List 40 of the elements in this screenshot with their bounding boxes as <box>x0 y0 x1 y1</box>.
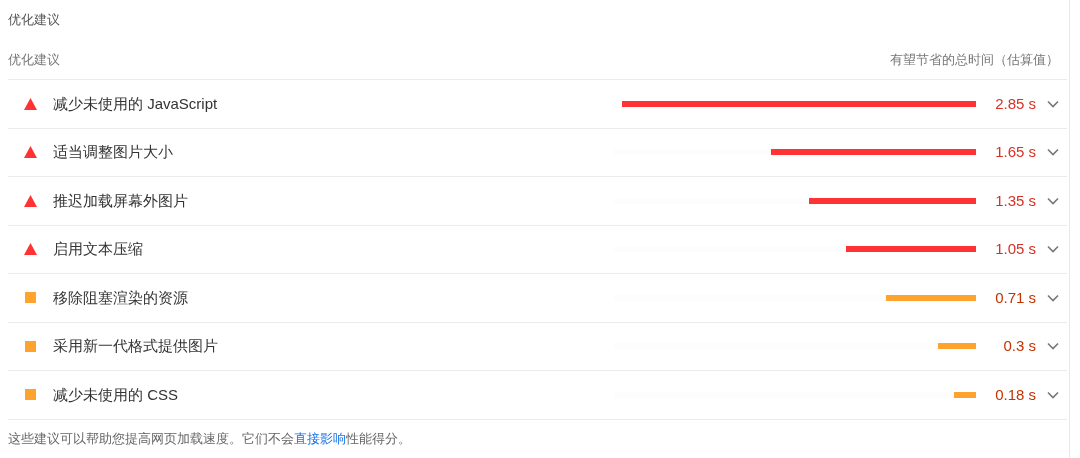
square-icon <box>25 340 36 352</box>
savings-value: 1.65 s <box>994 142 1036 162</box>
savings-value: 0.3 s <box>1002 336 1036 356</box>
square-icon <box>25 389 36 401</box>
savings-value: 1.05 s <box>994 239 1036 259</box>
chevron-down-icon[interactable] <box>1047 293 1059 302</box>
warning-triangle-icon <box>24 194 37 207</box>
chevron-down-icon[interactable] <box>1047 196 1059 205</box>
audit-title: 启用文本压缩 <box>53 239 143 259</box>
column-header: 优化建议 <box>8 50 60 69</box>
savings-value: 0.18 s <box>994 384 1036 405</box>
audit-title: 适当调整图片大小 <box>53 142 173 162</box>
chevron-down-icon[interactable] <box>1047 99 1059 108</box>
savings-value: 0.71 s <box>994 287 1036 308</box>
footer-note: 这些建议可以帮助您提高网页加载速度。它们不会直接影响性能得分。 <box>8 430 411 448</box>
audit-row[interactable]: 适当调整图片大小 1.65 s <box>8 128 1067 177</box>
warning-triangle-icon <box>24 146 37 159</box>
chevron-down-icon[interactable] <box>1047 148 1059 157</box>
square-icon <box>25 292 36 304</box>
audit-title: 推迟加载屏幕外图片 <box>53 190 188 211</box>
audit-row[interactable]: 启用文本压缩 1.05 s <box>8 225 1067 274</box>
chevron-down-icon[interactable] <box>1047 342 1059 351</box>
audit-title: 减少未使用的 JavaScript <box>53 93 218 114</box>
audit-title: 移除阻塞渲染的资源 <box>53 287 188 308</box>
chevron-down-icon[interactable] <box>1047 390 1059 399</box>
chevron-down-icon[interactable] <box>1047 245 1059 254</box>
warning-triangle-icon <box>24 97 37 110</box>
audit-row[interactable]: 减少未使用的 CSS 0.18 s <box>8 371 1067 420</box>
link[interactable]: 直接影响 <box>294 431 346 446</box>
audit-row[interactable]: 采用新一代格式提供图片 0.3 s <box>8 322 1067 371</box>
audit-row[interactable]: 减少未使用的 JavaScript 2.85 s <box>8 80 1067 129</box>
section-title: 优化建议 <box>8 11 60 30</box>
audit-row[interactable]: 推迟加载屏幕外图片 1.35 s <box>8 177 1067 226</box>
audit-row[interactable]: 移除阻塞渲染的资源 0.71 s <box>8 274 1067 323</box>
savings-value: 1.35 s <box>994 190 1036 211</box>
savings-value: 2.85 s <box>994 93 1036 114</box>
warning-triangle-icon <box>24 243 37 256</box>
audit-title: 采用新一代格式提供图片 <box>53 336 218 356</box>
audit-title: 减少未使用的 CSS <box>53 384 178 405</box>
column-header: 有望节省的总时间（估算值） <box>890 50 1059 69</box>
